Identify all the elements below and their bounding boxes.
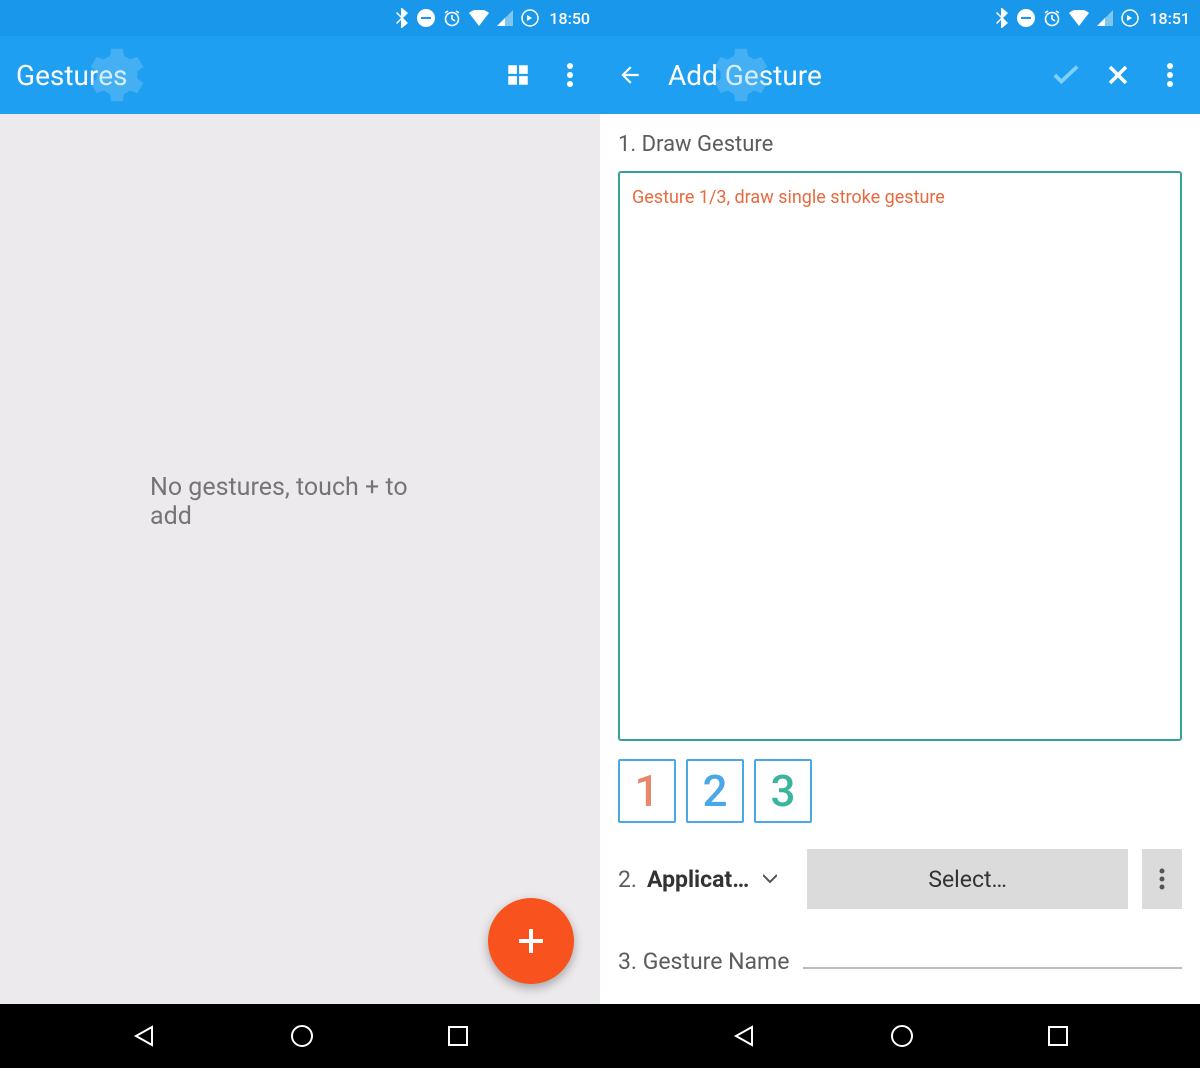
gesture-draw-area[interactable]: Gesture 1/3, draw single stroke gesture [618,171,1182,741]
step2-dropdown[interactable]: 2. Applicat… [618,866,777,893]
step3-row: 3. Gesture Name [618,935,1182,975]
status-icons [995,8,1139,28]
cast-icon [1121,9,1139,27]
app-title: Gestures [16,59,504,92]
screen-gestures: 18:50 Gestures No gestures, touch + to a… [0,0,600,1004]
plus-icon [516,926,546,956]
nav-home-button[interactable] [889,1023,915,1049]
step1-label: 1. Draw Gesture [618,132,1182,157]
wifi-icon [469,10,489,26]
more-vert-icon [1158,867,1166,891]
step2-num: 2. [618,866,637,893]
nav-back-button[interactable] [132,1023,158,1049]
app-bar: Gestures [0,36,600,114]
cast-icon [521,9,539,27]
step3-label: 3. Gesture Name [618,948,789,975]
add-gesture-form: 1. Draw Gesture Gesture 1/3, draw single… [600,114,1200,1004]
nav-home-button[interactable] [289,1023,315,1049]
more-icon[interactable] [556,61,584,89]
screen-add-gesture: 18:51 Add Gesture 1 [600,0,1200,1004]
android-nav-bar [0,1004,1200,1068]
chevron-down-icon [763,874,777,884]
bluetooth-icon [995,8,1009,28]
dnd-icon [1017,9,1035,27]
wifi-icon [1069,10,1089,26]
step2-row: 2. Applicat… Select… [618,849,1182,909]
attempt-counter-row: 1 2 3 [618,759,1182,823]
empty-state-text: No gestures, touch + to add [150,473,450,531]
dnd-icon [417,9,435,27]
status-time: 18:51 [1149,9,1190,28]
attempt-1-button[interactable]: 1 [618,759,676,823]
nav-recent-button[interactable] [447,1025,469,1047]
bluetooth-icon [395,8,409,28]
draw-hint-text: Gesture 1/3, draw single stroke gesture [632,187,1168,208]
app-title: Add Gesture [668,59,1052,92]
signal-icon [1097,10,1113,26]
nav-back-button[interactable] [732,1023,758,1049]
back-icon[interactable] [616,61,644,89]
grid-view-icon[interactable] [504,61,532,89]
attempt-2-button[interactable]: 2 [686,759,744,823]
status-icons [395,8,539,28]
gesture-name-input[interactable] [803,935,1182,969]
app-bar: Add Gesture [600,36,1200,114]
step2-label-text: Applicat… [647,866,749,893]
select-app-button[interactable]: Select… [807,849,1128,909]
select-more-button[interactable] [1142,849,1182,909]
confirm-icon[interactable] [1052,61,1080,89]
nav-recent-button[interactable] [1047,1025,1069,1047]
select-button-label: Select… [928,866,1007,893]
status-time: 18:50 [549,9,590,28]
alarm-icon [443,9,461,27]
attempt-3-button[interactable]: 3 [754,759,812,823]
alarm-icon [1043,9,1061,27]
add-gesture-fab[interactable] [488,898,574,984]
cancel-icon[interactable] [1104,61,1132,89]
status-bar: 18:50 [0,0,600,36]
status-bar: 18:51 [600,0,1200,36]
more-icon[interactable] [1156,61,1184,89]
signal-icon [497,10,513,26]
